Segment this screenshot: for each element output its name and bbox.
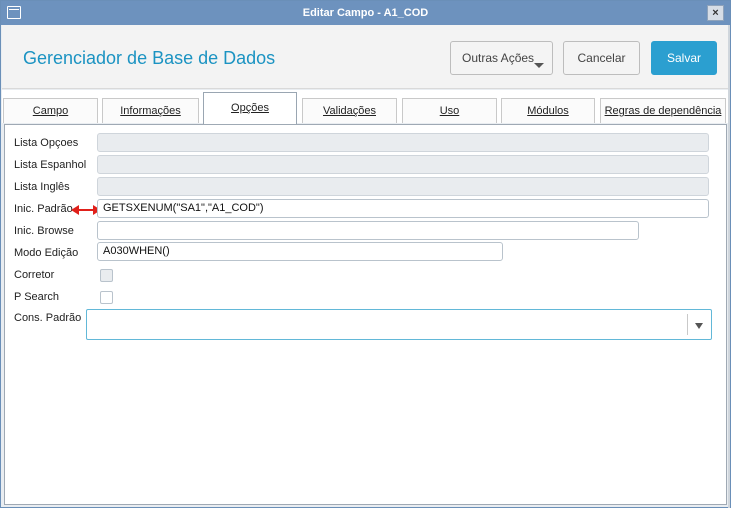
tab-campo[interactable]: Campo xyxy=(3,98,98,123)
cons-padrao-select[interactable] xyxy=(86,309,712,340)
tab-informacoes[interactable]: Informações xyxy=(102,98,199,123)
app-title: Gerenciador de Base de Dados xyxy=(23,48,276,68)
corretor-label: Corretor xyxy=(14,269,55,281)
lista-espanhol-field xyxy=(97,155,709,174)
select-divider xyxy=(687,314,688,335)
p-search-label: P Search xyxy=(14,291,60,303)
lista-ingles-label: Lista Inglês xyxy=(14,181,70,193)
inic-browse-label: Inic. Browse xyxy=(14,225,74,237)
header: Gerenciador de Base de Dados Outras Açõe… xyxy=(2,25,729,89)
cancel-button[interactable]: Cancelar xyxy=(563,41,640,75)
tab-regras-de-dependencia[interactable]: Regras de dependência xyxy=(600,98,726,123)
lista-opcoes-label: Lista Opçoes xyxy=(14,137,79,149)
lista-opcoes-field xyxy=(97,133,709,152)
inic-padrao-input[interactable]: GETSXENUM("SA1","A1_COD") xyxy=(97,199,709,218)
modo-edicao-label: Modo Edição xyxy=(14,247,79,259)
lista-ingles-field xyxy=(97,177,709,196)
inic-browse-input[interactable] xyxy=(97,221,639,240)
tab-modulos[interactable]: Módulos xyxy=(501,98,595,123)
tab-bar: Campo Informações Opções Validações Uso … xyxy=(2,90,729,124)
cons-padrao-label: Cons. Padrão xyxy=(14,312,82,324)
p-search-checkbox[interactable] xyxy=(100,291,113,304)
corretor-checkbox[interactable] xyxy=(100,269,113,282)
caret-down-icon xyxy=(534,63,544,68)
options-panel: Lista Opçoes Lista Espanhol Lista Inglês… xyxy=(4,124,727,505)
lista-espanhol-label: Lista Espanhol xyxy=(14,159,87,171)
close-button[interactable]: × xyxy=(707,5,724,21)
inic-padrao-label: Inic. Padrão xyxy=(14,203,73,215)
tab-opcoes[interactable]: Opções xyxy=(203,92,297,124)
window-border-right xyxy=(728,25,730,508)
edit-field-window: Editar Campo - A1_COD × Gerenciador de B… xyxy=(0,0,731,508)
window-title: Editar Campo - A1_COD xyxy=(302,7,429,19)
more-actions-button[interactable]: Outras Ações xyxy=(450,41,553,75)
modo-edicao-input[interactable]: A030WHEN() xyxy=(97,242,503,261)
tab-uso[interactable]: Uso xyxy=(402,98,497,123)
more-actions-label: Outras Ações xyxy=(462,51,535,65)
chevron-down-icon[interactable] xyxy=(695,323,703,329)
save-button[interactable]: Salvar xyxy=(651,41,717,75)
tab-validacoes[interactable]: Validações xyxy=(302,98,397,123)
title-bar: Editar Campo - A1_COD × xyxy=(1,1,730,25)
